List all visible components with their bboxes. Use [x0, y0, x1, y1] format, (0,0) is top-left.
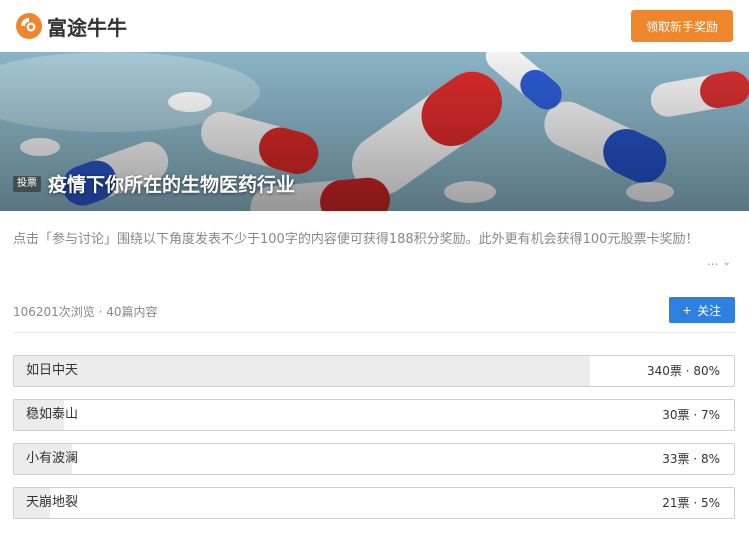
poll-option-bar — [14, 356, 590, 386]
poll-option-result: 30票 · 7% — [662, 408, 720, 422]
poll-option[interactable]: 天崩地裂 21票 · 5% — [13, 487, 735, 519]
poll-option[interactable]: 稳如泰山 30票 · 7% — [13, 399, 735, 431]
poll-option-result: 340票 · 80% — [646, 364, 720, 378]
poll-option-label: 小有波澜 — [26, 451, 79, 466]
topic-title: 疫情下你所在的生物医药行业 — [48, 174, 296, 196]
poll-option[interactable]: 小有波澜 33票 · 8% — [13, 443, 735, 475]
poll-option-label: 如日中天 — [26, 363, 79, 378]
vote-tag: 投票 — [13, 176, 41, 192]
divider — [13, 332, 735, 333]
poll-option[interactable]: 如日中天 340票 · 80% — [13, 355, 735, 387]
poll-option-result: 21票 · 5% — [662, 496, 720, 510]
futu-logo-icon — [16, 13, 42, 39]
logo[interactable]: 富途牛牛 — [15, 11, 127, 41]
logo-text: 富途牛牛 — [47, 15, 127, 40]
more-ellipsis: ... — [707, 254, 719, 268]
poll-option-label: 稳如泰山 — [26, 407, 79, 422]
topic-stats: 106201次浏览 · 40篇内容 — [13, 305, 158, 319]
topic-description: 点击「参与讨论」围绕以下角度发表不少于100字的内容便可获得188积分奖励。此外… — [13, 232, 699, 247]
plus-icon: + — [682, 302, 692, 318]
follow-label: 关注 — [697, 303, 722, 318]
topic-banner: 投票 疫情下你所在的生物医药行业 — [0, 52, 749, 211]
follow-button[interactable]: + 关注 — [669, 297, 735, 323]
poll-option-result: 33票 · 8% — [662, 452, 720, 466]
poll-option-label: 天崩地裂 — [26, 495, 79, 510]
top-bar: 富途牛牛 领取新手奖励 — [0, 0, 749, 52]
chevron-down-icon: ⌄ — [722, 257, 731, 268]
expand-description[interactable]: ... ⌄ — [707, 254, 731, 268]
claim-reward-button[interactable]: 领取新手奖励 — [631, 10, 733, 42]
